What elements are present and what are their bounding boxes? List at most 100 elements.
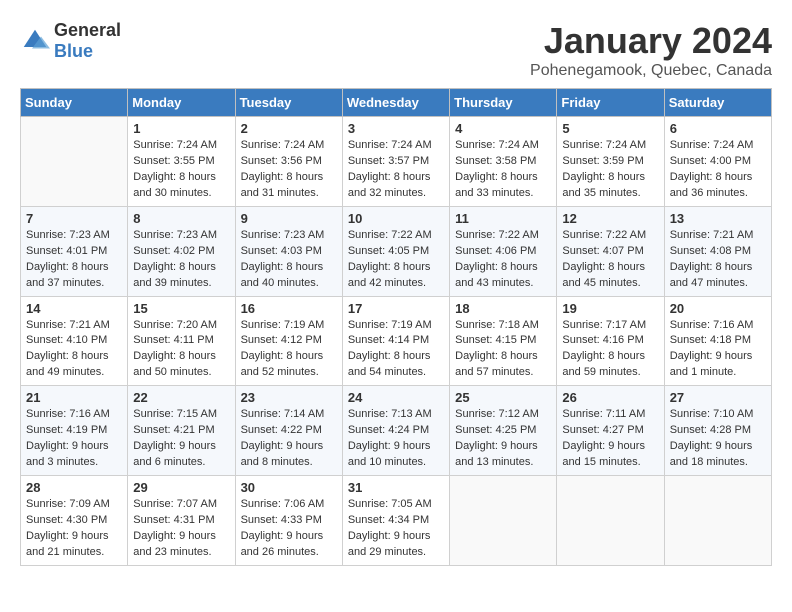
day-number: 8 xyxy=(133,211,229,226)
calendar-cell: 5 Sunrise: 7:24 AM Sunset: 3:59 PM Daylig… xyxy=(557,117,664,207)
day-number: 12 xyxy=(562,211,658,226)
weekday-header: Wednesday xyxy=(342,89,449,117)
cell-content: Sunrise: 7:21 AM Sunset: 4:08 PM Dayligh… xyxy=(670,228,766,292)
day-number: 11 xyxy=(455,211,551,226)
calendar-cell: 10 Sunrise: 7:22 AM Sunset: 4:05 PM Dayli… xyxy=(342,206,449,296)
calendar-cell: 4 Sunrise: 7:24 AM Sunset: 3:58 PM Daylig… xyxy=(450,117,557,207)
logo-text: General Blue xyxy=(54,20,121,62)
logo-general: General xyxy=(54,20,121,40)
location-title: Pohenegamook, Quebec, Canada xyxy=(530,62,772,80)
cell-content: Sunrise: 7:09 AM Sunset: 4:30 PM Dayligh… xyxy=(26,497,122,561)
day-number: 2 xyxy=(241,121,337,136)
day-number: 16 xyxy=(241,301,337,316)
calendar-week-row: 7 Sunrise: 7:23 AM Sunset: 4:01 PM Daylig… xyxy=(21,206,772,296)
calendar-cell: 8 Sunrise: 7:23 AM Sunset: 4:02 PM Daylig… xyxy=(128,206,235,296)
day-number: 4 xyxy=(455,121,551,136)
weekday-header: Saturday xyxy=(664,89,771,117)
day-number: 23 xyxy=(241,390,337,405)
cell-content: Sunrise: 7:24 AM Sunset: 4:00 PM Dayligh… xyxy=(670,138,766,202)
day-number: 10 xyxy=(348,211,444,226)
weekday-header: Sunday xyxy=(21,89,128,117)
calendar-cell: 2Sunrise: 7:24 AM Sunset: 3:56 PM Daylig… xyxy=(235,117,342,207)
calendar-week-row: 1 Sunrise: 7:24 AM Sunset: 3:55 PM Daylig… xyxy=(21,117,772,207)
day-number: 27 xyxy=(670,390,766,405)
calendar-week-row: 21Sunrise: 7:16 AM Sunset: 4:19 PM Dayli… xyxy=(21,386,772,476)
cell-content: Sunrise: 7:12 AM Sunset: 4:25 PM Dayligh… xyxy=(455,407,551,471)
calendar-cell: 28Sunrise: 7:09 AM Sunset: 4:30 PM Dayli… xyxy=(21,476,128,566)
day-number: 1 xyxy=(133,121,229,136)
day-number: 6 xyxy=(670,121,766,136)
day-number: 20 xyxy=(670,301,766,316)
calendar-cell: 3 Sunrise: 7:24 AM Sunset: 3:57 PM Daylig… xyxy=(342,117,449,207)
calendar-cell: 29 Sunrise: 7:07 AM Sunset: 4:31 PM Dayli… xyxy=(128,476,235,566)
weekday-header: Thursday xyxy=(450,89,557,117)
page-header: General Blue January 2024 Pohenegamook, … xyxy=(20,20,772,80)
logo: General Blue xyxy=(20,20,121,62)
calendar-cell: 21Sunrise: 7:16 AM Sunset: 4:19 PM Dayli… xyxy=(21,386,128,476)
cell-content: Sunrise: 7:06 AM Sunset: 4:33 PM Dayligh… xyxy=(241,497,337,561)
calendar-cell: 23Sunrise: 7:14 AM Sunset: 4:22 PM Dayli… xyxy=(235,386,342,476)
calendar-cell: 6 Sunrise: 7:24 AM Sunset: 4:00 PM Daylig… xyxy=(664,117,771,207)
day-number: 13 xyxy=(670,211,766,226)
calendar-cell: 1 Sunrise: 7:24 AM Sunset: 3:55 PM Daylig… xyxy=(128,117,235,207)
logo-blue: Blue xyxy=(54,41,93,61)
calendar-cell: 7 Sunrise: 7:23 AM Sunset: 4:01 PM Daylig… xyxy=(21,206,128,296)
day-number: 26 xyxy=(562,390,658,405)
calendar-cell xyxy=(557,476,664,566)
cell-content: Sunrise: 7:23 AM Sunset: 4:02 PM Dayligh… xyxy=(133,228,229,292)
weekday-header: Tuesday xyxy=(235,89,342,117)
day-number: 17 xyxy=(348,301,444,316)
calendar-cell: 20Sunrise: 7:16 AM Sunset: 4:18 PM Dayli… xyxy=(664,296,771,386)
cell-content: Sunrise: 7:19 AM Sunset: 4:12 PM Dayligh… xyxy=(241,318,337,382)
calendar-week-row: 28Sunrise: 7:09 AM Sunset: 4:30 PM Dayli… xyxy=(21,476,772,566)
cell-content: Sunrise: 7:21 AM Sunset: 4:10 PM Dayligh… xyxy=(26,318,122,382)
cell-content: Sunrise: 7:17 AM Sunset: 4:16 PM Dayligh… xyxy=(562,318,658,382)
title-area: January 2024 Pohenegamook, Quebec, Canad… xyxy=(530,20,772,80)
calendar-cell: 15 Sunrise: 7:20 AM Sunset: 4:11 PM Dayli… xyxy=(128,296,235,386)
cell-content: Sunrise: 7:22 AM Sunset: 4:07 PM Dayligh… xyxy=(562,228,658,292)
day-number: 24 xyxy=(348,390,444,405)
day-number: 31 xyxy=(348,480,444,495)
cell-content: Sunrise: 7:24 AM Sunset: 3:57 PM Dayligh… xyxy=(348,138,444,202)
cell-content: Sunrise: 7:10 AM Sunset: 4:28 PM Dayligh… xyxy=(670,407,766,471)
cell-content: Sunrise: 7:24 AM Sunset: 3:58 PM Dayligh… xyxy=(455,138,551,202)
day-number: 29 xyxy=(133,480,229,495)
cell-content: Sunrise: 7:24 AM Sunset: 3:59 PM Dayligh… xyxy=(562,138,658,202)
cell-content: Sunrise: 7:15 AM Sunset: 4:21 PM Dayligh… xyxy=(133,407,229,471)
cell-content: Sunrise: 7:11 AM Sunset: 4:27 PM Dayligh… xyxy=(562,407,658,471)
calendar-cell: 27 Sunrise: 7:10 AM Sunset: 4:28 PM Dayli… xyxy=(664,386,771,476)
calendar-cell xyxy=(21,117,128,207)
calendar-table: SundayMondayTuesdayWednesdayThursdayFrid… xyxy=(20,88,772,566)
day-number: 25 xyxy=(455,390,551,405)
calendar-cell: 16 Sunrise: 7:19 AM Sunset: 4:12 PM Dayli… xyxy=(235,296,342,386)
cell-content: Sunrise: 7:05 AM Sunset: 4:34 PM Dayligh… xyxy=(348,497,444,561)
cell-content: Sunrise: 7:07 AM Sunset: 4:31 PM Dayligh… xyxy=(133,497,229,561)
day-number: 9 xyxy=(241,211,337,226)
day-number: 21 xyxy=(26,390,122,405)
month-title: January 2024 xyxy=(530,20,772,62)
calendar-cell: 14 Sunrise: 7:21 AM Sunset: 4:10 PM Dayli… xyxy=(21,296,128,386)
weekday-header: Monday xyxy=(128,89,235,117)
calendar-cell: 19Sunrise: 7:17 AM Sunset: 4:16 PM Dayli… xyxy=(557,296,664,386)
cell-content: Sunrise: 7:24 AM Sunset: 3:55 PM Dayligh… xyxy=(133,138,229,202)
day-number: 22 xyxy=(133,390,229,405)
calendar-cell: 18Sunrise: 7:18 AM Sunset: 4:15 PM Dayli… xyxy=(450,296,557,386)
calendar-cell: 12 Sunrise: 7:22 AM Sunset: 4:07 PM Dayli… xyxy=(557,206,664,296)
calendar-cell: 26 Sunrise: 7:11 AM Sunset: 4:27 PM Dayli… xyxy=(557,386,664,476)
calendar-cell: 17Sunrise: 7:19 AM Sunset: 4:14 PM Dayli… xyxy=(342,296,449,386)
day-number: 7 xyxy=(26,211,122,226)
cell-content: Sunrise: 7:22 AM Sunset: 4:06 PM Dayligh… xyxy=(455,228,551,292)
day-number: 14 xyxy=(26,301,122,316)
day-number: 15 xyxy=(133,301,229,316)
calendar-cell: 9 Sunrise: 7:23 AM Sunset: 4:03 PM Daylig… xyxy=(235,206,342,296)
cell-content: Sunrise: 7:20 AM Sunset: 4:11 PM Dayligh… xyxy=(133,318,229,382)
cell-content: Sunrise: 7:22 AM Sunset: 4:05 PM Dayligh… xyxy=(348,228,444,292)
cell-content: Sunrise: 7:23 AM Sunset: 4:03 PM Dayligh… xyxy=(241,228,337,292)
calendar-cell: 13 Sunrise: 7:21 AM Sunset: 4:08 PM Dayli… xyxy=(664,206,771,296)
cell-content: Sunrise: 7:23 AM Sunset: 4:01 PM Dayligh… xyxy=(26,228,122,292)
day-number: 5 xyxy=(562,121,658,136)
calendar-cell: 30Sunrise: 7:06 AM Sunset: 4:33 PM Dayli… xyxy=(235,476,342,566)
cell-content: Sunrise: 7:18 AM Sunset: 4:15 PM Dayligh… xyxy=(455,318,551,382)
calendar-cell: 31 Sunrise: 7:05 AM Sunset: 4:34 PM Dayli… xyxy=(342,476,449,566)
day-number: 3 xyxy=(348,121,444,136)
